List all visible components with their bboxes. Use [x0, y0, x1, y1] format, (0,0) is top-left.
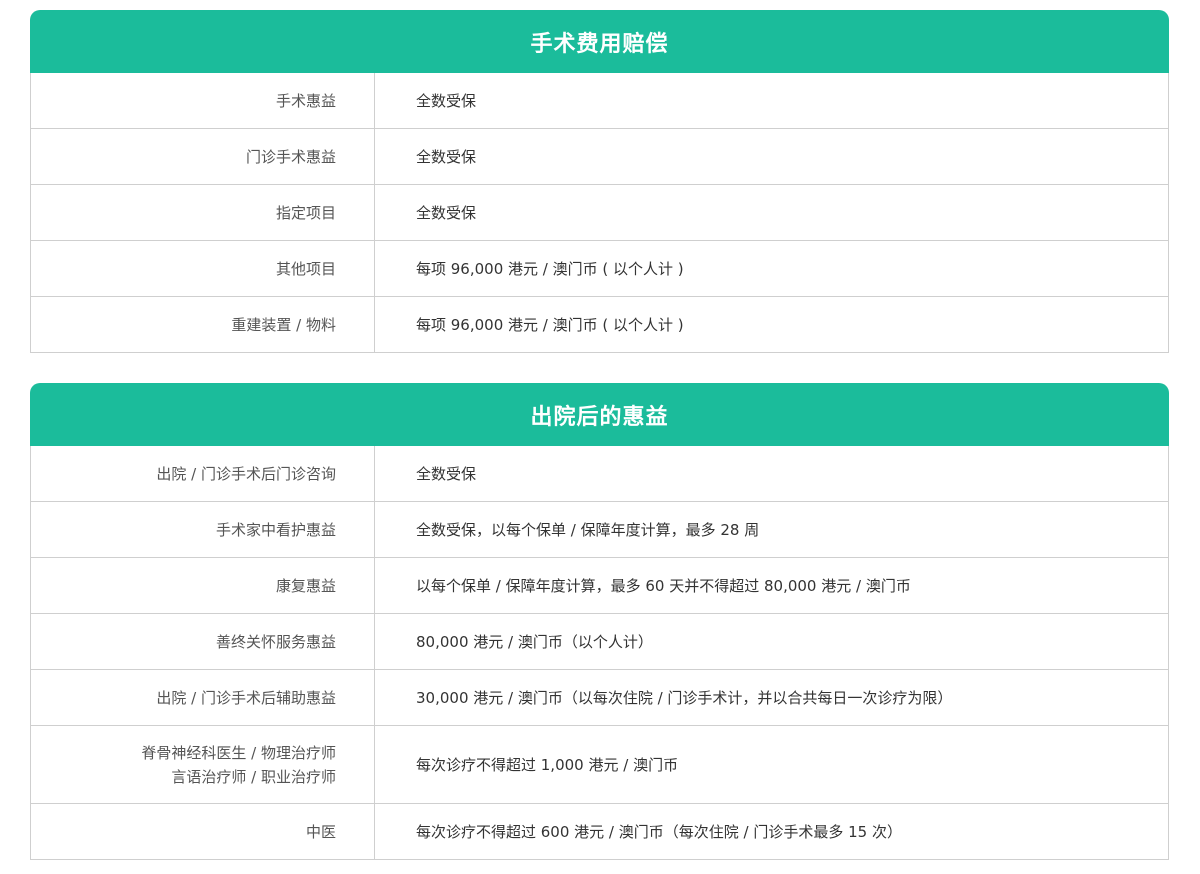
table-row: 门诊手术惠益 全数受保 [31, 129, 1168, 185]
section-title: 出院后的惠益 [30, 383, 1169, 446]
benefits-table: 出院 / 门诊手术后门诊咨询 全数受保 手术家中看护惠益 全数受保，以每个保单 … [30, 446, 1169, 860]
benefit-value: 全数受保，以每个保单 / 保障年度计算，最多 28 周 [416, 521, 760, 539]
table-row: 中医 每次诊疗不得超过 600 港元 / 澳门币（每次住院 / 门诊手术最多 1… [31, 804, 1168, 860]
benefit-value: 每次诊疗不得超过 1,000 港元 / 澳门币 [416, 756, 679, 774]
surgery-benefits-section: 手术费用赔偿 手术惠益 全数受保 门诊手术惠益 全数受保 指定项目 全数受保 其… [30, 10, 1169, 353]
benefit-label: 脊骨神经科医生 / 物理治疗师 言语治疗师 / 职业治疗师 [31, 726, 375, 803]
benefit-label: 出院 / 门诊手术后门诊咨询 [31, 446, 375, 501]
benefit-value: 每项 96,000 港元 / 澳门币 ( 以个人计 ) [416, 316, 684, 334]
benefit-value: 全数受保 [416, 92, 477, 110]
benefit-value: 30,000 港元 / 澳门币（以每次住院 / 门诊手术计，并以合共每日一次诊疗… [416, 689, 953, 707]
table-row: 脊骨神经科医生 / 物理治疗师 言语治疗师 / 职业治疗师 每次诊疗不得超过 1… [31, 726, 1168, 804]
benefit-label: 出院 / 门诊手术后辅助惠益 [31, 670, 375, 725]
benefit-label-line: 脊骨神经科医生 / 物理治疗师 [141, 743, 336, 762]
benefit-value: 80,000 港元 / 澳门币（以个人计） [416, 633, 653, 651]
table-row: 手术惠益 全数受保 [31, 73, 1168, 129]
post-discharge-benefits-section: 出院后的惠益 出院 / 门诊手术后门诊咨询 全数受保 手术家中看护惠益 全数受保… [30, 383, 1169, 860]
benefit-label: 指定项目 [31, 185, 375, 240]
benefit-label-line: 言语治疗师 / 职业治疗师 [171, 767, 336, 786]
table-row: 重建装置 / 物料 每项 96,000 港元 / 澳门币 ( 以个人计 ) [31, 297, 1168, 353]
benefit-label: 手术家中看护惠益 [31, 502, 375, 557]
benefit-value: 全数受保 [416, 465, 477, 483]
table-row: 指定项目 全数受保 [31, 185, 1168, 241]
benefit-label: 中医 [31, 804, 375, 859]
benefit-label: 手术惠益 [31, 73, 375, 128]
table-row: 出院 / 门诊手术后门诊咨询 全数受保 [31, 446, 1168, 502]
benefit-value: 全数受保 [416, 204, 477, 222]
table-row: 出院 / 门诊手术后辅助惠益 30,000 港元 / 澳门币（以每次住院 / 门… [31, 670, 1168, 726]
benefit-value: 每项 96,000 港元 / 澳门币 ( 以个人计 ) [416, 260, 684, 278]
benefit-label: 门诊手术惠益 [31, 129, 375, 184]
benefit-value: 以每个保单 / 保障年度计算，最多 60 天并不得超过 80,000 港元 / … [416, 577, 911, 595]
benefit-value: 每次诊疗不得超过 600 港元 / 澳门币（每次住院 / 门诊手术最多 15 次… [416, 823, 902, 841]
table-row: 康复惠益 以每个保单 / 保障年度计算，最多 60 天并不得超过 80,000 … [31, 558, 1168, 614]
benefit-label: 其他项目 [31, 241, 375, 296]
benefit-value: 全数受保 [416, 148, 477, 166]
benefits-table: 手术惠益 全数受保 门诊手术惠益 全数受保 指定项目 全数受保 其他项目 每项 … [30, 73, 1169, 353]
benefit-label: 康复惠益 [31, 558, 375, 613]
benefit-label: 善终关怀服务惠益 [31, 614, 375, 669]
table-row: 手术家中看护惠益 全数受保，以每个保单 / 保障年度计算，最多 28 周 [31, 502, 1168, 558]
table-row: 其他项目 每项 96,000 港元 / 澳门币 ( 以个人计 ) [31, 241, 1168, 297]
benefit-label: 重建装置 / 物料 [31, 297, 375, 352]
table-row: 善终关怀服务惠益 80,000 港元 / 澳门币（以个人计） [31, 614, 1168, 670]
section-title: 手术费用赔偿 [30, 10, 1169, 73]
